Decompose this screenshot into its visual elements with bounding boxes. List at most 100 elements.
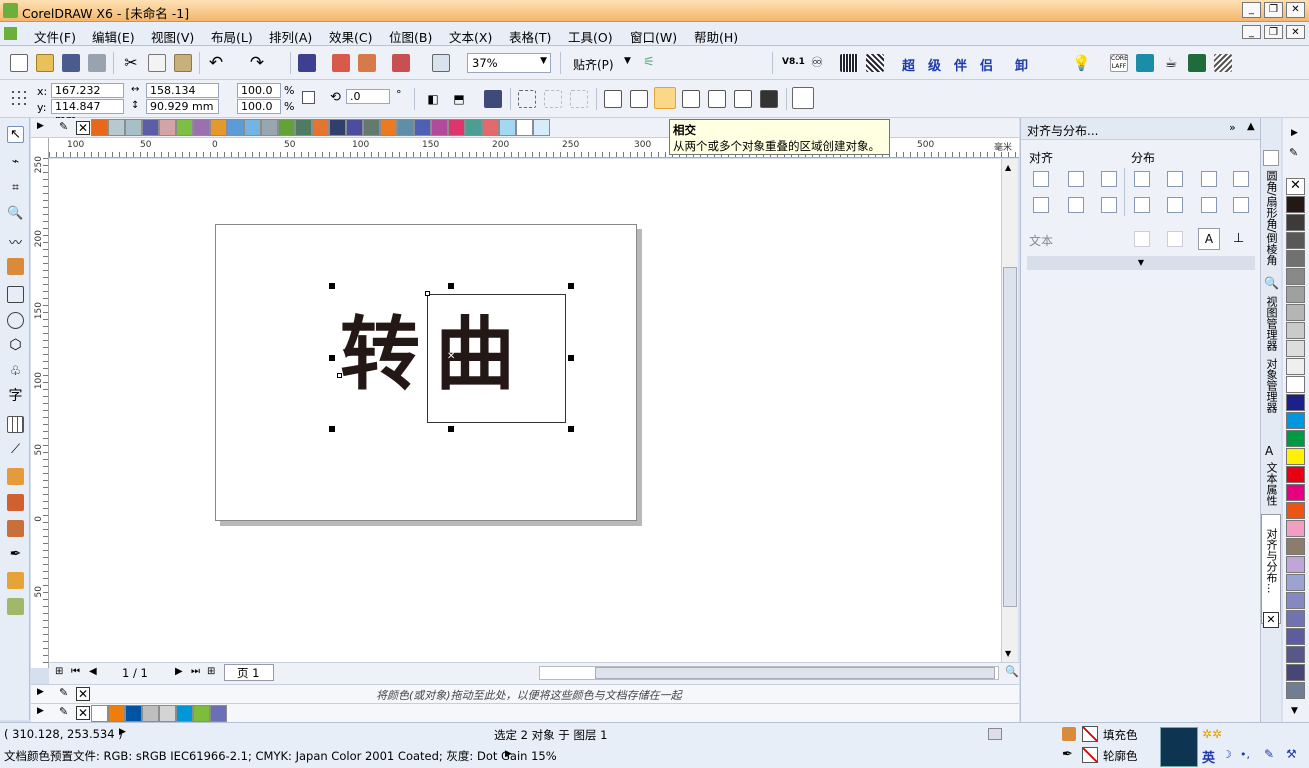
scroll-up-icon[interactable]: ▲: [1005, 163, 1011, 172]
interactive-fill-tool-icon[interactable]: [7, 598, 24, 615]
distribute-spacing-v-icon[interactable]: [1233, 197, 1249, 213]
uninstall-button[interactable]: 卸: [1015, 55, 1028, 74]
menu-effects[interactable]: 效果(C): [329, 27, 372, 46]
docker-more-button[interactable]: ▼: [1027, 256, 1255, 270]
plugin-char-4[interactable]: 侣: [980, 55, 993, 74]
fullscreen-preview-icon[interactable]: [432, 54, 450, 72]
fill-color-swatch[interactable]: [1082, 726, 1098, 742]
color-swatch[interactable]: [1286, 322, 1305, 339]
hidden-app-icon[interactable]: [1188, 54, 1206, 72]
distribute-right-icon[interactable]: [1201, 171, 1217, 187]
import-icon[interactable]: [332, 54, 350, 72]
color-swatch[interactable]: [1286, 682, 1305, 699]
front-minus-back-icon[interactable]: [708, 90, 726, 108]
shape-tool-icon[interactable]: ⌁: [7, 154, 24, 171]
color-swatch[interactable]: [91, 119, 108, 136]
export-icon[interactable]: [358, 54, 376, 72]
page-tab[interactable]: 页 1: [224, 664, 274, 681]
selection-handle[interactable]: [568, 283, 574, 289]
color-swatch[interactable]: [193, 119, 210, 136]
menu-help[interactable]: 帮助(H): [694, 27, 738, 46]
color-swatch[interactable]: [1286, 538, 1305, 555]
eyedropper-tool-icon[interactable]: [7, 520, 24, 537]
color-swatch[interactable]: [1286, 502, 1305, 519]
undo-icon[interactable]: ↶: [207, 54, 225, 72]
lightbulb-icon[interactable]: 💡: [1072, 54, 1091, 72]
menu-bitmaps[interactable]: 位图(B): [389, 27, 432, 46]
color-swatch[interactable]: [312, 119, 329, 136]
open-icon[interactable]: [36, 54, 54, 72]
ungroup-icon[interactable]: [544, 90, 562, 108]
color-swatch[interactable]: [210, 119, 227, 136]
color-swatch[interactable]: [1286, 592, 1305, 609]
color-swatch[interactable]: [142, 705, 159, 722]
eyedropper-icon[interactable]: ✎: [1289, 146, 1298, 159]
color-swatch[interactable]: [108, 705, 125, 722]
align-center-v-icon[interactable]: [1068, 197, 1084, 213]
selection-handle[interactable]: [329, 426, 335, 432]
color-swatch[interactable]: [380, 119, 397, 136]
palette-play-icon[interactable]: ▶: [37, 121, 44, 131]
color-swatch[interactable]: [193, 705, 210, 722]
profile-arrow-icon[interactable]: ▶: [505, 749, 512, 759]
color-swatch[interactable]: [346, 119, 363, 136]
zoom-tool-icon[interactable]: 🔍: [7, 206, 24, 223]
color-swatch[interactable]: [1286, 646, 1305, 663]
status-arrow-icon[interactable]: ▶: [119, 727, 126, 737]
color-swatch[interactable]: [1286, 610, 1305, 627]
color-swatch[interactable]: [125, 119, 142, 136]
color-swatch[interactable]: [295, 119, 312, 136]
color-swatch[interactable]: [1286, 448, 1305, 465]
color-swatch[interactable]: [1286, 628, 1305, 645]
horizontal-scrollbar[interactable]: [539, 666, 999, 680]
distribute-spacing-h-icon[interactable]: [1233, 171, 1249, 187]
no-color-swatch[interactable]: ✕: [76, 706, 90, 720]
doc-minimize-icon[interactable]: _: [1242, 25, 1261, 39]
freehand-tool-icon[interactable]: 〰: [7, 232, 24, 251]
group-icon[interactable]: [518, 90, 536, 108]
text-char-1[interactable]: 转: [340, 310, 420, 400]
plugin-char-2[interactable]: 级: [928, 55, 941, 74]
color-swatch[interactable]: [1286, 574, 1305, 591]
fill-tool-icon[interactable]: [7, 572, 24, 589]
reference-point-icon[interactable]: [10, 89, 26, 105]
restore-icon[interactable]: ❐: [1264, 2, 1283, 18]
ime-moon-icon[interactable]: ☽: [1222, 748, 1232, 761]
ime-punct-icon[interactable]: •,: [1240, 748, 1250, 761]
vertical-scrollbar[interactable]: ▲ ▼: [1001, 159, 1018, 662]
print-icon[interactable]: [88, 54, 106, 72]
simplify-icon[interactable]: [682, 90, 700, 108]
color-swatch[interactable]: [227, 119, 244, 136]
snap-to-menu[interactable]: 贴齐(P): [573, 56, 614, 73]
color-swatch[interactable]: [1286, 358, 1305, 375]
doc-close-icon[interactable]: ✕: [1286, 25, 1305, 39]
color-swatch[interactable]: [1286, 304, 1305, 321]
color-swatch[interactable]: [108, 119, 125, 136]
ime-gear-icon[interactable]: ✲✲: [1202, 727, 1222, 741]
text-outline-icon[interactable]: ⊥: [1233, 231, 1244, 246]
color-swatch[interactable]: [91, 705, 108, 722]
palette-scroll-down-icon[interactable]: ▼: [1291, 706, 1298, 716]
drawing-canvas[interactable]: 转 曲 ✕: [49, 159, 1001, 662]
ime-language[interactable]: 英: [1202, 747, 1215, 766]
weld-icon[interactable]: [604, 90, 622, 108]
search-content-icon[interactable]: [298, 54, 316, 72]
new-icon[interactable]: [10, 54, 28, 72]
color-swatch[interactable]: [1286, 250, 1305, 267]
color-swatch[interactable]: [244, 119, 261, 136]
eyedropper-icon[interactable]: ✎: [59, 686, 68, 699]
menu-edit[interactable]: 编辑(E): [92, 27, 135, 46]
mirror-horizontal-icon[interactable]: ◧: [424, 90, 442, 108]
connector-tool-icon[interactable]: [7, 468, 24, 485]
last-page-icon[interactable]: ⏭: [191, 666, 200, 677]
color-swatch[interactable]: [1286, 466, 1305, 483]
distribute-center-icon[interactable]: [1167, 171, 1183, 187]
palette-play-icon[interactable]: ▶: [37, 687, 44, 697]
menu-table[interactable]: 表格(T): [509, 27, 551, 46]
add-page-icon[interactable]: ⊞: [55, 666, 63, 677]
smart-fill-tool-icon[interactable]: [7, 258, 24, 275]
scale-x-input[interactable]: 100.0: [237, 83, 281, 98]
color-swatch[interactable]: [397, 119, 414, 136]
color-swatch[interactable]: [1286, 214, 1305, 231]
minimize-icon[interactable]: _: [1242, 2, 1261, 18]
